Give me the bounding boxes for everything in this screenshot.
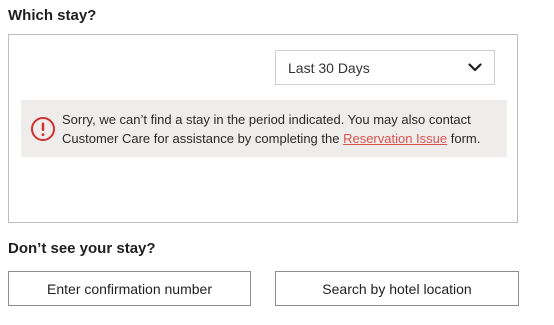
reservation-issue-link[interactable]: Reservation Issue	[343, 131, 447, 146]
chevron-down-icon	[468, 63, 482, 72]
exclamation-circle-icon	[31, 117, 55, 141]
which-stay-heading: Which stay?	[8, 7, 97, 24]
no-stay-alert: Sorry, we can’t find a stay in the perio…	[21, 100, 507, 157]
stay-selection-panel: Last 30 Days Sorry, we can’t find a stay…	[8, 34, 518, 223]
search-by-hotel-location-button[interactable]: Search by hotel location	[275, 271, 519, 306]
period-select-value: Last 30 Days	[288, 59, 370, 76]
dont-see-stay-heading: Don’t see your stay?	[8, 240, 156, 257]
period-select[interactable]: Last 30 Days	[275, 50, 495, 85]
enter-confirmation-number-button[interactable]: Enter confirmation number	[8, 271, 251, 306]
alert-message: Sorry, we can’t find a stay in the perio…	[62, 112, 481, 146]
